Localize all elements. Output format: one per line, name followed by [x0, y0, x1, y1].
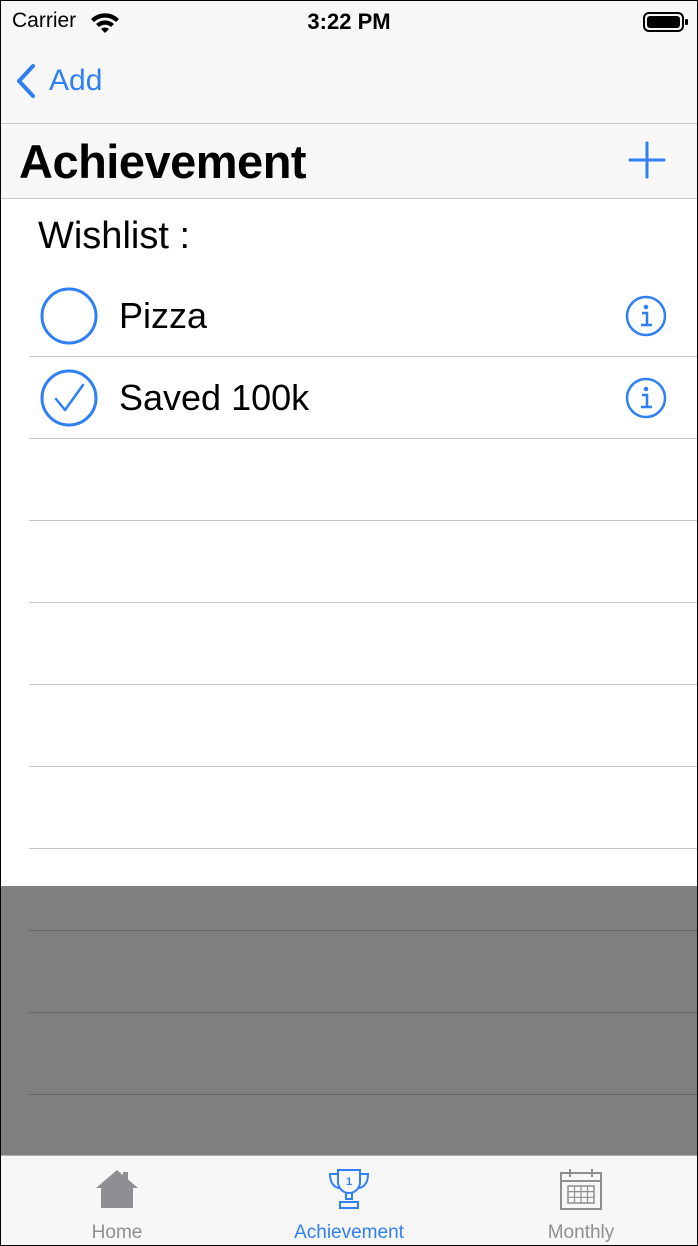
tab-home-label: Home — [91, 1222, 143, 1243]
app-screen: Carrier 3:22 PM Add Achievement Wishlist… — [0, 0, 698, 1246]
list-item-label: Saved 100k — [119, 377, 310, 418]
checked-circle-icon[interactable] — [40, 369, 98, 427]
tab-monthly[interactable]: Monthly — [465, 1156, 697, 1245]
tab-home[interactable]: Home — [1, 1156, 233, 1245]
trophy-icon: 1 — [328, 1169, 370, 1209]
house-icon — [96, 1170, 138, 1208]
calendar-icon — [560, 1169, 602, 1210]
navigation-bar: Add — [1, 43, 697, 124]
add-button[interactable] — [627, 140, 667, 180]
list-item-label: Pizza — [119, 295, 208, 336]
unchecked-circle-icon[interactable] — [40, 287, 98, 345]
tab-monthly-label: Monthly — [547, 1222, 615, 1243]
row-separator — [29, 438, 697, 439]
tab-achievement-label: Achievement — [294, 1222, 404, 1243]
info-icon[interactable] — [625, 295, 667, 337]
page-title: Achievement — [19, 135, 307, 188]
row-separator — [29, 520, 697, 521]
list-item[interactable]: Pizza — [29, 275, 697, 357]
dim-overlay[interactable] — [1, 886, 697, 1156]
title-header: Achievement — [1, 124, 697, 199]
tab-bar: Home 1 Achievement Monthly — [1, 1155, 697, 1245]
list-item[interactable]: Saved 100k — [29, 357, 697, 439]
row-separator — [29, 602, 697, 603]
battery-icon — [643, 12, 688, 32]
svg-text:1: 1 — [346, 1176, 352, 1188]
row-separator — [29, 684, 697, 685]
info-icon[interactable] — [625, 377, 667, 419]
status-bar: Carrier 3:22 PM — [1, 1, 697, 43]
row-separator — [29, 848, 697, 849]
clock-time: 3:22 PM — [307, 9, 391, 34]
wishlist-section-label: Wishlist : — [38, 215, 190, 257]
tab-achievement[interactable]: 1 Achievement — [233, 1156, 465, 1245]
back-button[interactable]: Add — [13, 59, 102, 103]
chevron-left-icon — [17, 64, 35, 98]
row-separator — [29, 766, 697, 767]
back-button-label: Add — [49, 64, 103, 97]
